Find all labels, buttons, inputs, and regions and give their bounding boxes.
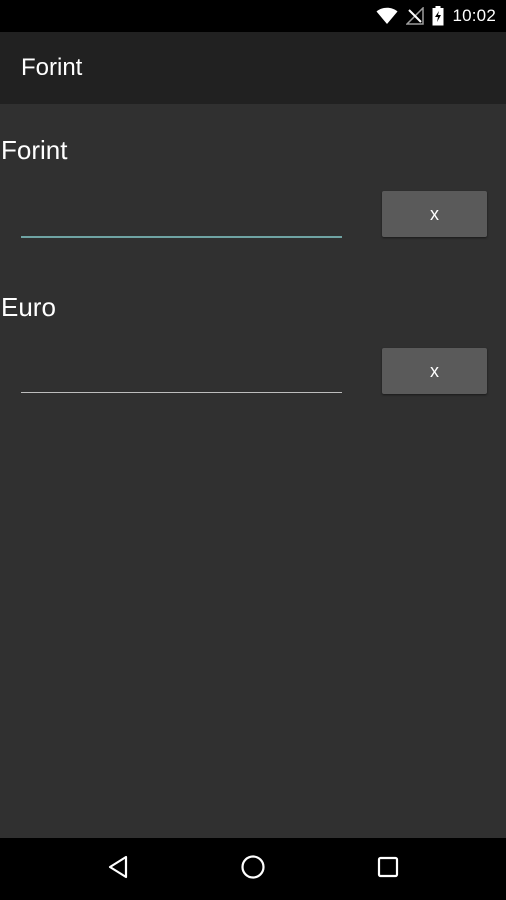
euro-input-underline xyxy=(21,392,342,393)
euro-field-wrapper xyxy=(21,349,342,393)
forint-input-underline xyxy=(21,236,342,238)
converter-content: Forint x Euro x xyxy=(0,104,506,838)
status-clock: 10:02 xyxy=(452,6,496,25)
forint-input[interactable] xyxy=(21,194,342,238)
euro-input[interactable] xyxy=(21,349,342,393)
recents-button[interactable] xyxy=(368,849,408,889)
forint-clear-button[interactable]: x xyxy=(382,191,487,237)
screen: 10:02 Forint Forint x Euro x xyxy=(0,0,506,900)
back-icon xyxy=(107,855,129,884)
euro-label: Euro xyxy=(1,292,56,322)
euro-clear-button[interactable]: x xyxy=(382,348,487,394)
navigation-bar xyxy=(0,838,506,900)
forint-field-wrapper xyxy=(21,194,342,238)
app-title: Forint xyxy=(21,54,83,81)
action-bar: Forint xyxy=(0,32,506,104)
battery-charging-icon xyxy=(432,6,444,26)
forint-label: Forint xyxy=(1,135,68,165)
wifi-icon xyxy=(376,7,398,25)
status-bar: 10:02 xyxy=(0,0,506,32)
back-button[interactable] xyxy=(98,849,138,889)
home-button[interactable] xyxy=(233,849,273,889)
no-signal-icon xyxy=(406,7,425,25)
recents-icon xyxy=(377,856,399,883)
home-icon xyxy=(240,854,266,885)
